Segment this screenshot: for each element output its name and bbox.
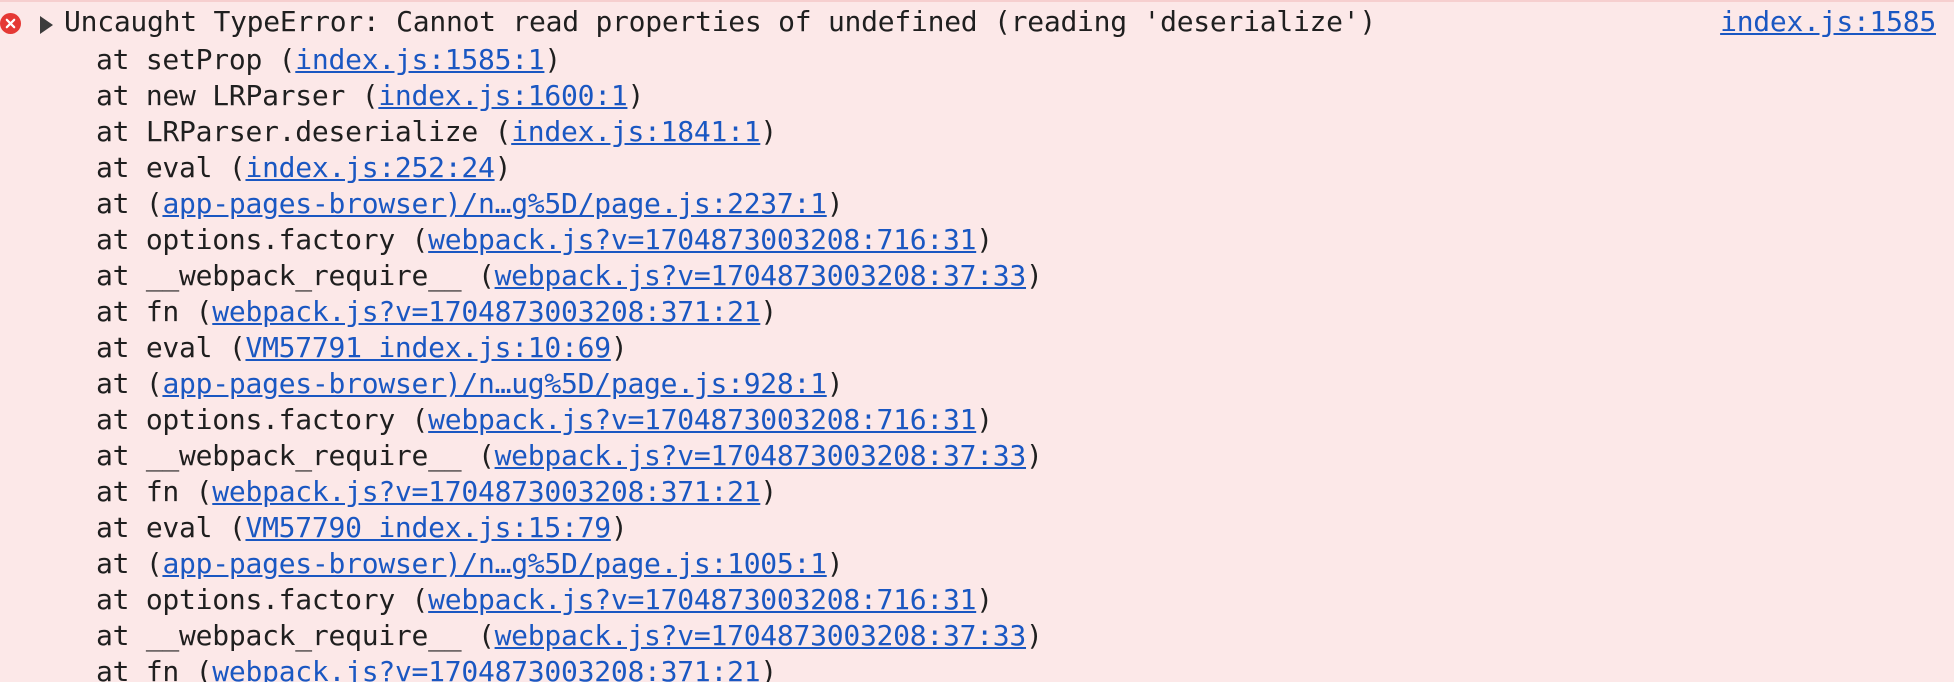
stack-frame-location-link[interactable]: app-pages-browser)/n…g%5D/page.js:1005:1: [162, 547, 827, 580]
stack-frame-function: at (: [96, 187, 163, 220]
console-error-message: Uncaught TypeError: Cannot read properti…: [0, 0, 1954, 682]
stack-frame-close-paren: ): [760, 295, 777, 328]
stack-frame: at fn (webpack.js?v=1704873003208:371:21…: [96, 294, 1043, 330]
stack-frame-function: at fn (: [96, 475, 213, 508]
stack-frame-close-paren: ): [544, 43, 562, 76]
error-message-text[interactable]: Uncaught TypeError: Cannot read properti…: [64, 4, 1376, 40]
stack-frame: at (app-pages-browser)/n…ug%5D/page.js:9…: [96, 366, 1043, 402]
stack-frame: at setProp (index.js:1585:1): [96, 42, 1043, 78]
stack-frame-close-paren: ): [760, 475, 777, 508]
stack-frame-function: at options.factory (: [96, 583, 429, 616]
stack-frame: at options.factory (webpack.js?v=1704873…: [96, 582, 1043, 618]
stack-frame: at (app-pages-browser)/n…g%5D/page.js:10…: [96, 546, 1043, 582]
stack-frame-location-link[interactable]: app-pages-browser)/n…ug%5D/page.js:928:1: [162, 367, 827, 400]
stack-frame: at new LRParser (index.js:1600:1): [96, 78, 1043, 114]
stack-frame-close-paren: ): [976, 583, 993, 616]
stack-frame: at fn (webpack.js?v=1704873003208:371:21…: [96, 474, 1043, 510]
stack-frame-location-link[interactable]: webpack.js?v=1704873003208:371:21: [212, 655, 760, 682]
stack-frame-location-link[interactable]: webpack.js?v=1704873003208:716:31: [428, 403, 976, 436]
stack-frame-location-link[interactable]: webpack.js?v=1704873003208:371:21: [212, 475, 760, 508]
stack-frame-location-link[interactable]: webpack.js?v=1704873003208:716:31: [428, 223, 976, 256]
stack-frame-location-link[interactable]: index.js:1585:1: [295, 43, 544, 76]
stack-frame-function: at eval (: [96, 331, 246, 364]
stack-frame-location-link[interactable]: webpack.js?v=1704873003208:716:31: [428, 583, 976, 616]
stack-frame-function: at fn (: [96, 655, 213, 682]
stack-frame-close-paren: ): [826, 367, 844, 400]
stack-frame-function: at (: [96, 367, 163, 400]
stack-frame-location-link[interactable]: webpack.js?v=1704873003208:37:33: [495, 259, 1027, 292]
stack-frame-location-link[interactable]: app-pages-browser)/n…g%5D/page.js:2237:1: [162, 187, 827, 220]
stack-frame: at LRParser.deserialize (index.js:1841:1…: [96, 114, 1043, 150]
stack-frame: at (app-pages-browser)/n…g%5D/page.js:22…: [96, 186, 1043, 222]
stack-frame-close-paren: ): [1026, 619, 1043, 652]
message-divider: [0, 0, 1954, 2]
stack-frame-close-paren: ): [760, 655, 777, 682]
stack-frame-close-paren: ): [610, 511, 628, 544]
stack-frame-close-paren: ): [494, 151, 512, 184]
stack-frame: at __webpack_require__ (webpack.js?v=170…: [96, 618, 1043, 654]
stack-frame: at eval (VM57791 index.js:10:69): [96, 330, 1043, 366]
stack-frame-location-link[interactable]: index.js:1841:1: [511, 115, 760, 148]
stack-frame-function: at options.factory (: [96, 403, 429, 436]
expand-triangle-icon[interactable]: [40, 16, 53, 34]
stack-frame-close-paren: ): [826, 547, 844, 580]
stack-frame-location-link[interactable]: webpack.js?v=1704873003208:371:21: [212, 295, 760, 328]
stack-frame-location-link[interactable]: webpack.js?v=1704873003208:37:33: [495, 439, 1027, 472]
stack-frame-close-paren: ): [976, 403, 993, 436]
stack-frame-function: at __webpack_require__ (: [96, 619, 495, 652]
stack-frame: at options.factory (webpack.js?v=1704873…: [96, 222, 1043, 258]
source-location-link[interactable]: index.js:1585: [1720, 4, 1936, 40]
stack-frame-close-paren: ): [627, 79, 645, 112]
stack-frame-close-paren: ): [976, 223, 993, 256]
stack-frame-location-link[interactable]: VM57791 index.js:10:69: [245, 331, 611, 364]
stack-frame-close-paren: ): [1026, 259, 1043, 292]
stack-frame-location-link[interactable]: webpack.js?v=1704873003208:37:33: [495, 619, 1027, 652]
stack-frame-function: at (: [96, 547, 163, 580]
stack-trace: at setProp (index.js:1585:1) at new LRPar…: [96, 42, 1043, 682]
stack-frame-function: at eval (: [96, 151, 246, 184]
stack-frame-close-paren: ): [1026, 439, 1043, 472]
stack-frame-close-paren: ): [610, 331, 628, 364]
stack-frame-function: at fn (: [96, 295, 213, 328]
stack-frame-function: at LRParser.deserialize (: [96, 115, 512, 148]
stack-frame-location-link[interactable]: index.js:1600:1: [378, 79, 627, 112]
stack-frame-function: at options.factory (: [96, 223, 429, 256]
stack-frame-function: at eval (: [96, 511, 246, 544]
stack-frame-function: at setProp (: [96, 43, 296, 76]
stack-frame-close-paren: ): [760, 115, 777, 148]
stack-frame: at __webpack_require__ (webpack.js?v=170…: [96, 258, 1043, 294]
stack-frame: at eval (index.js:252:24): [96, 150, 1043, 186]
stack-frame-function: at __webpack_require__ (: [96, 439, 495, 472]
stack-frame-close-paren: ): [826, 187, 844, 220]
stack-frame-function: at __webpack_require__ (: [96, 259, 495, 292]
stack-frame: at fn (webpack.js?v=1704873003208:371:21…: [96, 654, 1043, 682]
stack-frame-function: at new LRParser (: [96, 79, 379, 112]
stack-frame: at options.factory (webpack.js?v=1704873…: [96, 402, 1043, 438]
error-icon: [0, 13, 21, 34]
stack-frame: at __webpack_require__ (webpack.js?v=170…: [96, 438, 1043, 474]
stack-frame-location-link[interactable]: index.js:252:24: [245, 151, 494, 184]
stack-frame-location-link[interactable]: VM57790 index.js:15:79: [245, 511, 611, 544]
stack-frame: at eval (VM57790 index.js:15:79): [96, 510, 1043, 546]
